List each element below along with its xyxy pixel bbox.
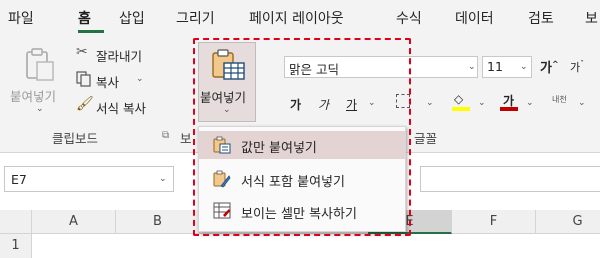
chevron-down-icon[interactable]: ⌄ xyxy=(468,62,476,72)
chevron-down-icon[interactable]: ⌄ xyxy=(136,74,144,84)
font-color-swatch xyxy=(500,107,518,111)
tab-file[interactable]: 파일 xyxy=(8,8,34,28)
column-header-b[interactable]: B xyxy=(116,210,200,234)
chevron-down-icon[interactable]: ⌄ xyxy=(159,174,167,184)
font-color-button[interactable]: 가 xyxy=(500,92,518,112)
phonetic-button[interactable]: 내천 xyxy=(552,94,567,105)
active-tab-indicator xyxy=(78,30,104,33)
tab-view[interactable]: 보 xyxy=(585,8,598,28)
paintbrush-icon: 🖌 xyxy=(76,96,94,112)
copy-icon xyxy=(76,71,91,87)
format-painter-label: 서식 복사 xyxy=(96,101,146,116)
fill-color-button[interactable]: ◇ xyxy=(452,92,470,112)
tab-draw[interactable]: 그리기 xyxy=(176,8,215,28)
tab-page-layout[interactable]: 페이지 레이아웃 xyxy=(249,8,344,28)
font-group-label: 글꼴 xyxy=(414,131,438,146)
select-all-corner[interactable] xyxy=(0,210,32,234)
chevron-down-icon[interactable]: ⌄ xyxy=(426,98,434,108)
increase-font-button[interactable]: 가^ xyxy=(540,57,559,76)
group-label-cut: 보 xyxy=(180,131,192,146)
format-painter-button[interactable]: 🖌 서식 복사 xyxy=(76,96,186,116)
paste-button-disabled[interactable]: 붙여넣기 ⌄ xyxy=(6,42,72,118)
scissors-icon: ✂ xyxy=(76,44,88,60)
column-header-g[interactable]: G xyxy=(536,210,600,234)
tab-home[interactable]: 홈 xyxy=(78,8,91,28)
dialog-launcher-icon[interactable]: ⧉ xyxy=(162,130,169,141)
chevron-down-icon[interactable]: ⌄ xyxy=(478,98,486,108)
fill-color-swatch xyxy=(452,107,470,111)
formula-input[interactable] xyxy=(420,166,600,192)
cut-label: 잘라내기 xyxy=(96,49,143,64)
clipboard-group-label: 클립보드 xyxy=(52,131,99,146)
column-header-a[interactable]: A xyxy=(32,210,116,234)
name-box[interactable]: E7 ⌄ xyxy=(4,166,174,192)
chevron-down-icon[interactable]: ⌄ xyxy=(578,98,586,108)
column-header-f[interactable]: F xyxy=(452,210,536,234)
tab-formulas[interactable]: 수식 xyxy=(396,8,422,28)
paint-bucket-icon: ◇ xyxy=(454,92,464,106)
row-header-1[interactable]: 1 xyxy=(0,234,32,258)
tab-review[interactable]: 검토 xyxy=(528,8,554,28)
chevron-down-icon: ⌄ xyxy=(36,104,44,114)
copy-button[interactable]: 복사 ⌄ xyxy=(76,70,176,90)
decrease-font-button[interactable]: 가ˇ xyxy=(570,59,584,75)
ribbon-tabs: 파일 홈 삽입 그리기 페이지 레이아웃 수식 데이터 검토 보 xyxy=(0,0,600,36)
chevron-down-icon[interactable]: ⌄ xyxy=(520,62,528,72)
clipboard-icon xyxy=(26,48,54,81)
cut-button[interactable]: ✂ 잘라내기 xyxy=(76,44,176,64)
font-size-value: 11 xyxy=(487,59,503,74)
tab-data[interactable]: 데이터 xyxy=(455,8,494,28)
chevron-down-icon[interactable]: ⌄ xyxy=(526,98,534,108)
highlight-frame xyxy=(193,38,411,236)
copy-label: 복사 xyxy=(96,75,120,90)
tab-insert[interactable]: 삽입 xyxy=(119,8,145,28)
name-box-value: E7 xyxy=(11,172,27,187)
paste-label: 붙여넣기 xyxy=(10,89,57,104)
grid-cells[interactable] xyxy=(32,234,600,258)
